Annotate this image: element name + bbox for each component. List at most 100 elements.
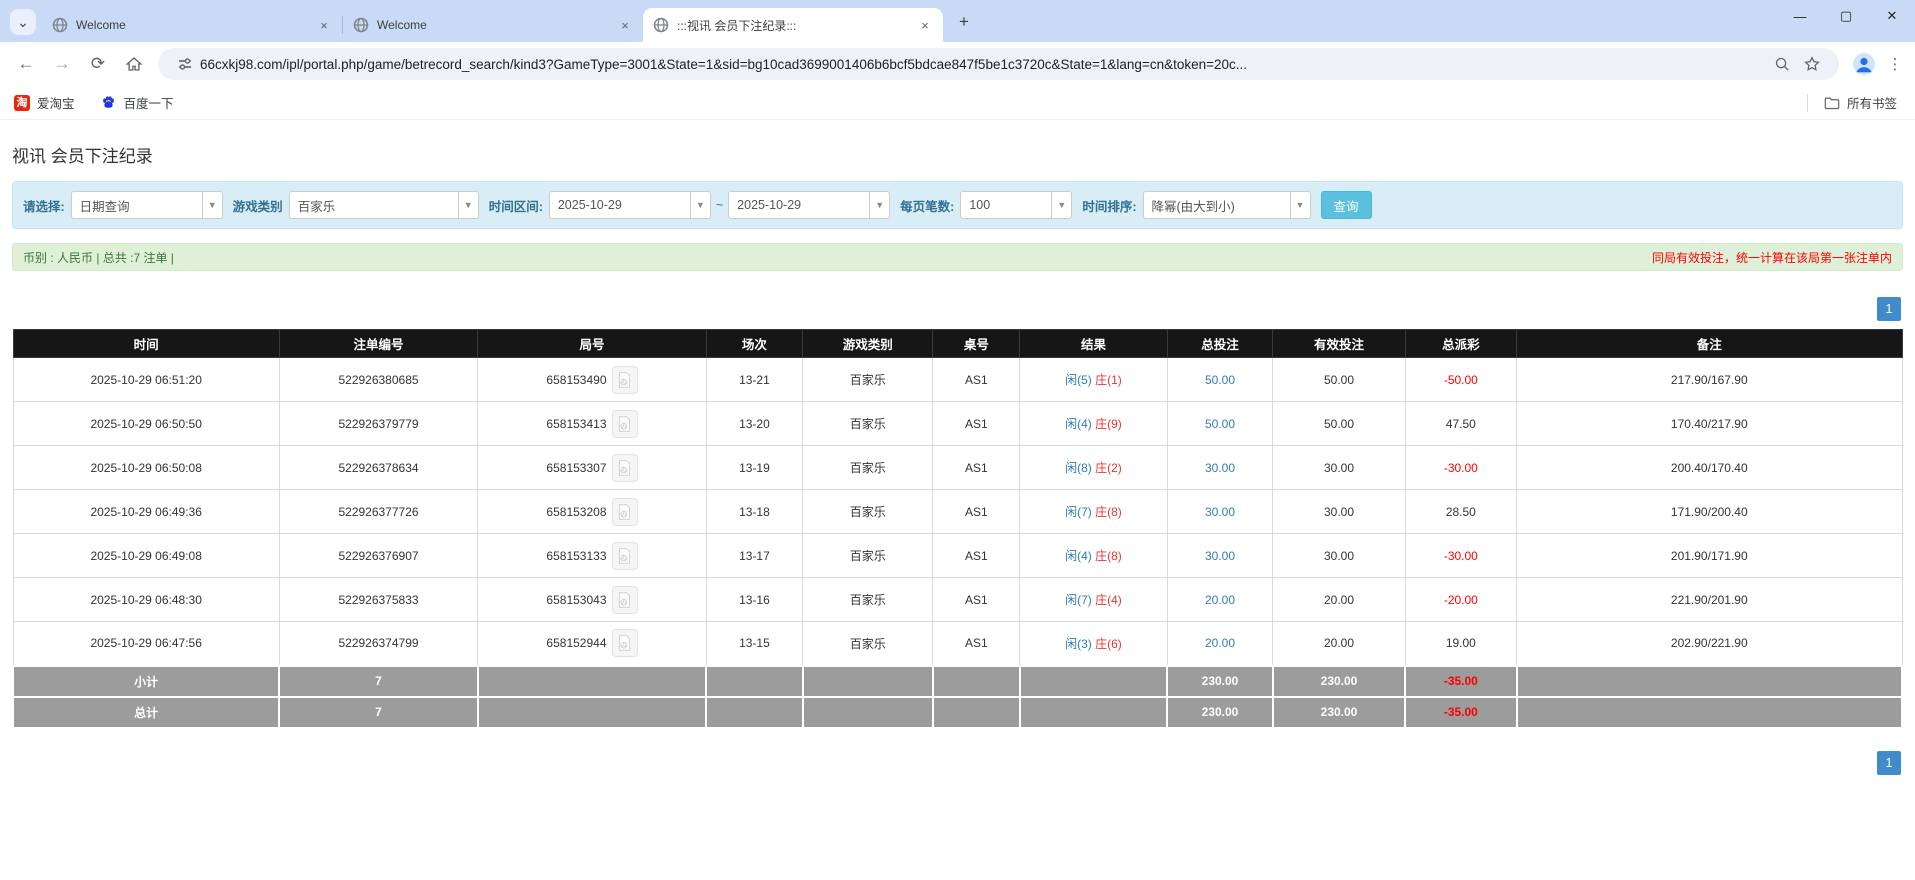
session-cell: 13-17	[705, 533, 804, 578]
site-info-icon[interactable]	[174, 53, 196, 75]
sort-select[interactable]: 降幂(由大到小) ▼	[1142, 191, 1311, 219]
search-button[interactable]: 查询	[1320, 191, 1372, 219]
url-bar[interactable]: 66cxkj98.com/ipl/portal.php/game/betreco…	[158, 48, 1839, 80]
round-id-cell: 658153307	[477, 445, 707, 490]
game-type-select[interactable]: 百家乐 ▼	[288, 191, 479, 219]
all-bookmarks-label: 所有书签	[1846, 97, 1897, 111]
column-header: 结果	[1019, 329, 1168, 358]
result-cell: 闲(3) 庄(6)	[1019, 621, 1168, 666]
close-icon[interactable]: ×	[316, 17, 332, 33]
total-bet-cell[interactable]: 30.00	[1166, 445, 1274, 490]
chevron-down-icon: ▼	[1051, 192, 1071, 218]
round-id-cell: 658153490	[477, 357, 707, 402]
video-replay-icon[interactable]	[611, 453, 638, 482]
select-type-label: 请选择:	[23, 199, 65, 214]
bookmark-label: 爱淘宝	[37, 97, 75, 111]
date-from-select[interactable]: 2025-10-29 ▼	[548, 191, 711, 219]
all-bookmarks-button[interactable]: 所有书签	[1824, 93, 1897, 112]
game-type-value: 百家乐	[297, 199, 336, 214]
maximize-button[interactable]: ▢	[1823, 0, 1869, 32]
bet-time-cell: 2025-10-29 06:48:30	[12, 577, 280, 622]
game-type-cell: 百家乐	[802, 357, 934, 402]
query-type-value: 日期查询	[79, 199, 130, 214]
video-replay-icon[interactable]	[611, 365, 638, 394]
zoom-icon[interactable]	[1771, 53, 1793, 75]
close-icon[interactable]: ×	[617, 17, 633, 33]
table-number-cell: AS1	[932, 357, 1021, 402]
bet-id-cell: 522926378634	[278, 445, 479, 490]
session-cell: 13-19	[705, 445, 804, 490]
total-row: 总计 7 230.00 230.00 -35.00	[11, 695, 1904, 729]
home-button[interactable]	[118, 48, 150, 80]
profile-avatar[interactable]	[1851, 51, 1877, 77]
total-bet-cell[interactable]: 30.00	[1166, 533, 1274, 578]
minimize-button[interactable]: —	[1777, 0, 1823, 32]
total-bet-cell[interactable]: 20.00	[1166, 577, 1274, 622]
total-bet-cell[interactable]: 30.00	[1166, 489, 1274, 534]
date-to-select[interactable]: 2025-10-29 ▼	[728, 191, 891, 219]
total-bet-cell[interactable]: 50.00	[1166, 357, 1274, 402]
query-type-select[interactable]: 日期查询 ▼	[70, 191, 223, 219]
video-replay-icon[interactable]	[611, 629, 638, 658]
globe-icon	[353, 17, 369, 33]
pagination-bottom: 1	[0, 750, 1901, 775]
baidu-paw-icon	[101, 95, 117, 111]
video-replay-icon[interactable]	[611, 541, 638, 570]
bookmark-star-icon[interactable]	[1801, 53, 1823, 75]
home-icon	[125, 57, 143, 71]
tab-welcome-2[interactable]: Welcome ×	[343, 8, 643, 42]
bet-time-cell: 2025-10-29 06:50:08	[12, 445, 280, 490]
page-1-button[interactable]: 1	[1877, 297, 1901, 321]
video-replay-icon[interactable]	[611, 585, 638, 614]
reload-button[interactable]: ⟳	[82, 48, 114, 80]
bet-record-table: 时间 注单编号 局号 场次 游戏类别 桌号 结果 总投注 有效投注 总派彩 备注 2025-10-2…	[11, 329, 1904, 729]
bet-time-cell: 2025-10-29 06:50:50	[12, 401, 280, 446]
tab-search-button[interactable]: ⌄	[10, 9, 36, 35]
back-button[interactable]: ←	[10, 48, 42, 80]
payout-cell: -20.00	[1404, 577, 1518, 622]
page-1-button[interactable]: 1	[1877, 750, 1901, 775]
forward-button[interactable]: →	[46, 48, 78, 80]
tab-welcome-1[interactable]: Welcome ×	[42, 8, 342, 42]
column-header: 游戏类别	[802, 329, 934, 358]
round-id-cell: 658153413	[477, 401, 707, 446]
globe-icon	[52, 17, 68, 33]
url-text[interactable]: 66cxkj98.com/ipl/portal.php/game/betreco…	[200, 57, 1767, 72]
browser-menu-button[interactable]: ⋮	[1883, 52, 1907, 76]
valid-bet-notice-text: 同局有效投注，统一计算在该局第一张注单内	[1651, 250, 1892, 265]
column-header: 时间	[12, 329, 280, 358]
video-replay-icon[interactable]	[611, 409, 638, 438]
page-content: 视讯 会员下注纪录 请选择: 日期查询 ▼ 游戏类别 百家乐 ▼ 时间区间: 2…	[0, 120, 1915, 880]
subtotal-cell	[801, 664, 934, 698]
close-window-button[interactable]: ✕	[1869, 0, 1915, 32]
total-bet-cell[interactable]: 20.00	[1166, 621, 1274, 666]
bet-id-cell: 522926375833	[278, 577, 479, 622]
subtotal-cell: 小计	[11, 664, 281, 698]
summary-bar: 币别 : 人民币 | 总共 :7 注单 | 同局有效投注，统一计算在该局第一张注…	[12, 243, 1903, 271]
filter-panel: 请选择: 日期查询 ▼ 游戏类别 百家乐 ▼ 时间区间: 2025-10-29 …	[12, 181, 1903, 229]
remark-cell: 170.40/217.90	[1516, 401, 1903, 446]
result-banker: 庄(1)	[1091, 373, 1122, 387]
round-id: 658153133	[546, 548, 607, 563]
tab-betrecord-active[interactable]: :::视讯 会员下注纪录::: ×	[643, 8, 943, 42]
video-replay-icon[interactable]	[611, 497, 638, 526]
table-number-cell: AS1	[932, 401, 1021, 446]
pagination-top: 1	[0, 297, 1901, 321]
new-tab-button[interactable]: +	[951, 9, 977, 35]
table-row: 2025-10-29 06:51:20 522926380685 658153490…	[12, 357, 1903, 402]
total-bet-cell[interactable]: 50.00	[1166, 401, 1274, 446]
table-row: 2025-10-29 06:50:50 522926379779 658153413…	[12, 401, 1903, 446]
bookmarks-bar: 淘 爱淘宝 百度一下 所有书签	[0, 86, 1915, 120]
valid-bet-cell: 20.00	[1272, 621, 1406, 666]
remark-cell: 201.90/171.90	[1516, 533, 1903, 578]
result-player: 闲(4)	[1065, 549, 1092, 563]
bookmark-taobao[interactable]: 淘 爱淘宝	[14, 93, 75, 112]
result-cell: 闲(8) 庄(2)	[1019, 445, 1168, 490]
window-controls: — ▢ ✕	[1777, 0, 1915, 32]
close-icon[interactable]: ×	[917, 17, 933, 33]
per-page-select[interactable]: 100 ▼	[960, 191, 1073, 219]
total-cell: 230.00	[1166, 695, 1274, 729]
total-cell	[705, 695, 804, 729]
bookmark-baidu[interactable]: 百度一下	[101, 93, 174, 112]
round-id: 658152944	[546, 636, 607, 651]
